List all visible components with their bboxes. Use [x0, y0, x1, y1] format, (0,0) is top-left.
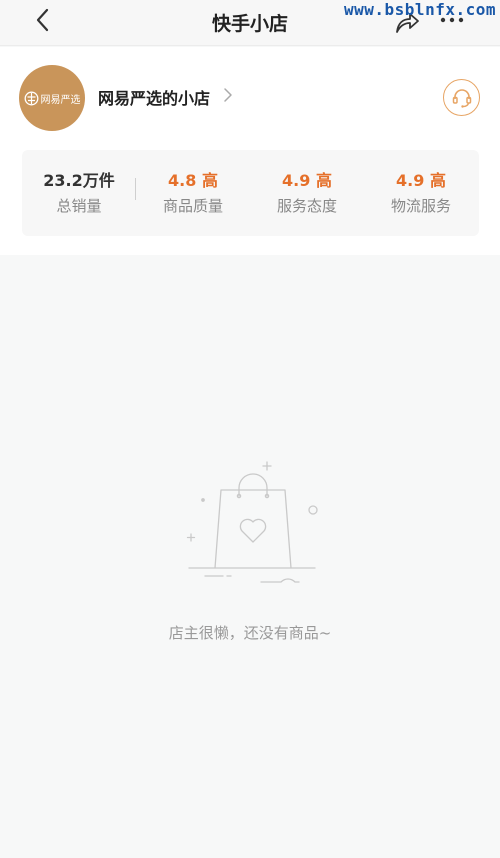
- avatar-brand-text: 网易严选: [40, 94, 81, 106]
- chevron-right-icon: [224, 88, 232, 102]
- stat-product-quality: 4.8 高 商品质量: [136, 167, 250, 216]
- watermark-text: www.bsblnfx.com: [344, 0, 496, 19]
- empty-state-illustration: [185, 458, 320, 588]
- stat-label: 服务态度: [276, 197, 337, 215]
- shop-avatar[interactable]: 网易严选: [19, 65, 85, 131]
- empty-state-message: 店主很懒，还没有商品~: [168, 624, 332, 642]
- stat-value: 4.9 高: [396, 171, 446, 190]
- stat-label: 总销量: [56, 197, 102, 215]
- stat-service-attitude: 4.9 高 服务态度: [250, 167, 364, 216]
- shop-info-card: 网易严选 网易严选的小店 23.2万件 总销量 4.8 高 商品质量 4.9 高…: [0, 47, 500, 255]
- top-navigation-bar: 快手小店 www.bsblnfx.com: [0, 0, 500, 46]
- stat-value: 4.8 高: [168, 171, 218, 190]
- stat-label: 商品质量: [162, 197, 223, 215]
- stat-value: 4.9 高: [282, 171, 332, 190]
- stat-total-sales: 23.2万件 总销量: [22, 167, 136, 216]
- stat-logistics-service: 4.9 高 物流服务: [364, 167, 478, 216]
- shop-detail-arrow[interactable]: [222, 87, 234, 107]
- avatar-logo: 网易严选: [24, 91, 81, 106]
- headset-icon: [452, 88, 471, 108]
- shop-name[interactable]: 网易严选的小店: [98, 85, 210, 109]
- stat-value: 23.2万件: [43, 171, 115, 190]
- brand-mark-icon: [24, 91, 38, 105]
- stat-label: 物流服务: [390, 197, 451, 215]
- customer-service-button[interactable]: [443, 79, 480, 116]
- shopping-bag-heart-icon: [186, 461, 318, 583]
- shop-stats-panel: 23.2万件 总销量 4.8 高 商品质量 4.9 高 服务态度 4.9 高 物…: [22, 150, 479, 236]
